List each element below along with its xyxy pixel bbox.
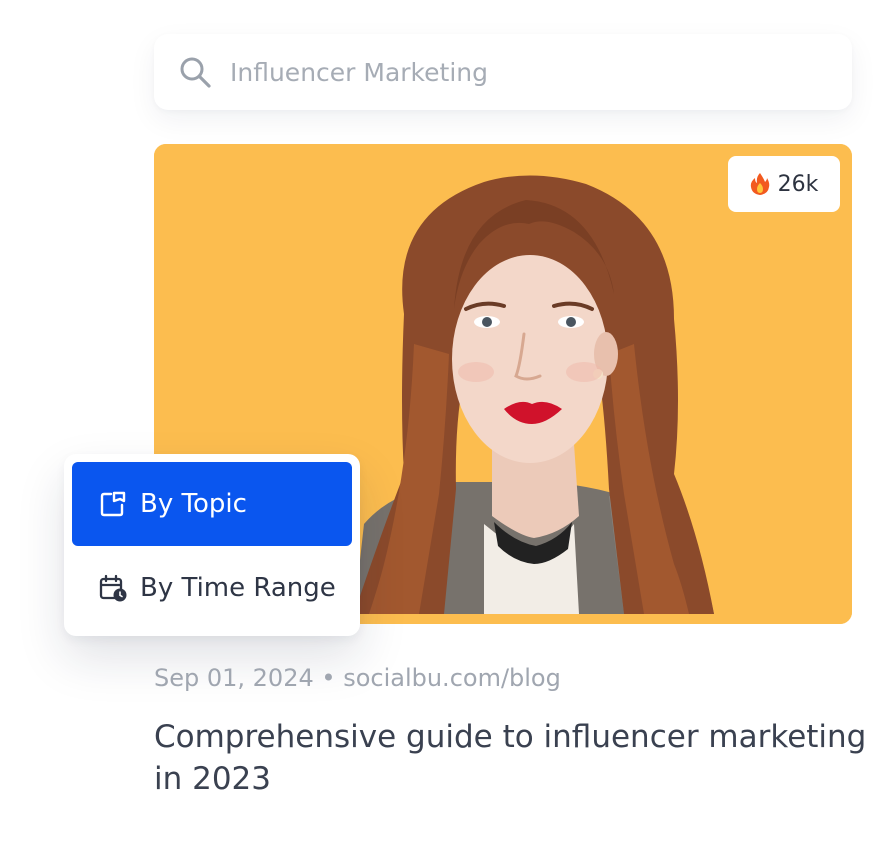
search-bar[interactable] — [154, 34, 852, 110]
fire-icon — [750, 173, 769, 195]
article-source[interactable]: socialbu.com/blog — [343, 664, 561, 692]
content-discovery-panel: 26k By Topic — [0, 0, 884, 860]
filter-option-label: By Topic — [140, 489, 247, 519]
filter-menu: By Topic By Time Range — [64, 454, 360, 636]
article-title[interactable]: Comprehensive guide to influencer market… — [154, 716, 874, 800]
filter-option-by-topic[interactable]: By Topic — [72, 462, 352, 546]
trending-badge: 26k — [728, 156, 840, 212]
trending-count: 26k — [777, 171, 819, 197]
filter-option-by-time-range[interactable]: By Time Range — [72, 546, 352, 630]
topic-icon — [98, 489, 128, 519]
search-icon — [178, 55, 212, 89]
meta-separator: • — [321, 664, 336, 692]
article-date: Sep 01, 2024 — [154, 664, 314, 692]
calendar-clock-icon — [98, 573, 128, 603]
filter-option-label: By Time Range — [140, 573, 336, 603]
search-input[interactable] — [230, 57, 790, 87]
article-meta: Sep 01, 2024 • socialbu.com/blog — [154, 664, 561, 692]
